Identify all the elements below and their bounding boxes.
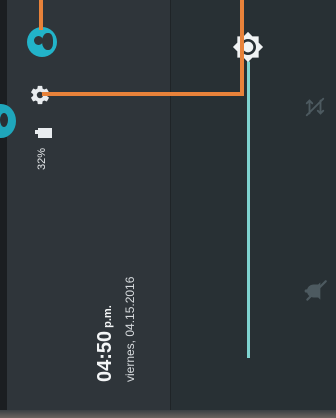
brightness-slider-track[interactable] xyxy=(247,58,250,358)
mobile-data-off-icon[interactable] xyxy=(304,96,326,118)
tutorial-line-vertical-1 xyxy=(39,0,43,30)
tutorial-line-vertical-2 xyxy=(240,0,244,96)
clock: 04:50 p.m. xyxy=(94,305,117,382)
panel-divider xyxy=(170,0,171,410)
account-circle-icon[interactable] xyxy=(27,27,57,57)
brightness-icon[interactable] xyxy=(232,31,264,63)
screen-edge xyxy=(0,0,7,418)
date-label: viernes, 04.15.2016 xyxy=(123,276,137,382)
clock-time: 04:50 xyxy=(94,330,116,382)
notifications-off-icon[interactable] xyxy=(303,278,329,304)
battery-percent: 32% xyxy=(36,147,48,170)
clock-suffix: p.m. xyxy=(102,305,114,328)
quick-settings-screen: 32% 04:50 p.m. viernes, 04.15.2016 xyxy=(0,0,336,418)
screen-bottom-edge xyxy=(0,410,336,418)
battery-icon xyxy=(38,128,52,138)
status-panel xyxy=(7,0,171,410)
tutorial-line-horizontal xyxy=(42,92,244,96)
